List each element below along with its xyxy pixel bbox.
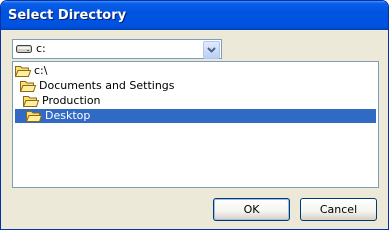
- cancel-button[interactable]: Cancel: [300, 198, 377, 221]
- folder-open-icon: [25, 109, 43, 123]
- drive-select[interactable]: c:: [12, 39, 222, 59]
- tree-item-label: Production: [42, 94, 101, 107]
- select-directory-dialog: Select Directory c: c:\ Documents and Se…: [0, 0, 389, 230]
- folder-open-icon: [14, 64, 32, 78]
- tree-item-label: Desktop: [45, 109, 91, 122]
- dialog-title: Select Directory: [8, 8, 127, 23]
- tree-item-label: Documents and Settings: [39, 79, 175, 92]
- folder-open-icon: [19, 79, 37, 93]
- dialog-body: c: c:\ Documents and Settings Production…: [4, 30, 385, 226]
- title-bar[interactable]: Select Directory: [1, 1, 388, 30]
- drive-icon: [16, 43, 32, 55]
- dropdown-arrow-button[interactable]: [203, 41, 220, 59]
- ok-button[interactable]: OK: [213, 198, 290, 221]
- folder-open-icon: [22, 94, 40, 108]
- directory-tree[interactable]: c:\ Documents and Settings Production De…: [12, 61, 379, 188]
- tree-item-label: c:\: [34, 64, 48, 77]
- tree-item-desktop[interactable]: Desktop: [15, 109, 376, 123]
- drive-select-value: c:: [36, 42, 46, 55]
